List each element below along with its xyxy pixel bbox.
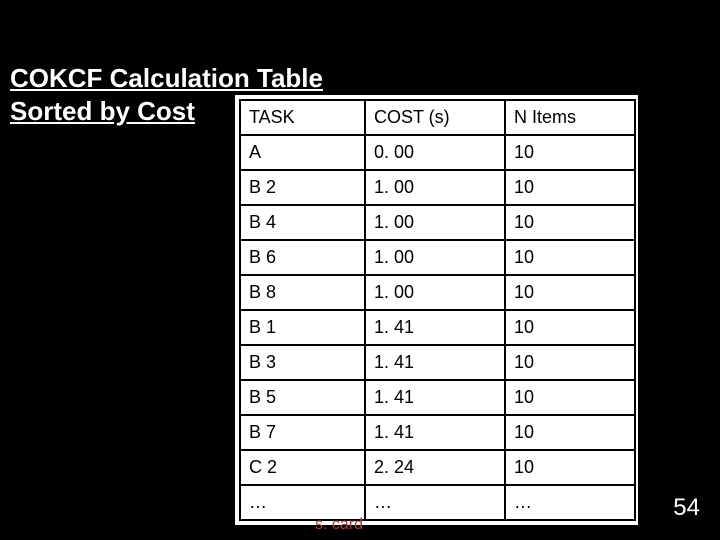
- cell-cost: 1. 00: [365, 240, 505, 275]
- cell-nitems: 10: [505, 380, 635, 415]
- table-row: B 51. 4110: [240, 380, 635, 415]
- cell-nitems: 10: [505, 275, 635, 310]
- cell-task: B 3: [240, 345, 365, 380]
- cell-cost: 0. 00: [365, 135, 505, 170]
- table-row: B 61. 0010: [240, 240, 635, 275]
- table-header-row: TASK COST (s) N Items: [240, 100, 635, 135]
- table-body: A0. 0010 B 21. 0010 B 41. 0010 B 61. 001…: [240, 135, 635, 520]
- cell-task: B 6: [240, 240, 365, 275]
- table-row: B 41. 0010: [240, 205, 635, 240]
- cost-table: TASK COST (s) N Items A0. 0010 B 21. 001…: [239, 99, 636, 521]
- cell-cost: 2. 24: [365, 450, 505, 485]
- page-number: 54: [673, 494, 700, 522]
- cell-task: B 4: [240, 205, 365, 240]
- cell-cost: 1. 41: [365, 345, 505, 380]
- cost-table-container: TASK COST (s) N Items A0. 0010 B 21. 001…: [235, 95, 638, 525]
- slide: COKCF Calculation Table Sorted by Cost T…: [0, 0, 720, 540]
- col-header-task: TASK: [240, 100, 365, 135]
- table-row: B 81. 0010: [240, 275, 635, 310]
- cell-nitems: 10: [505, 415, 635, 450]
- cell-task: B 2: [240, 170, 365, 205]
- table-row: A0. 0010: [240, 135, 635, 170]
- cell-nitems: 10: [505, 205, 635, 240]
- table-row: C 22. 2410: [240, 450, 635, 485]
- cell-cost: 1. 00: [365, 205, 505, 240]
- cell-cost: 1. 00: [365, 275, 505, 310]
- table-row: B 71. 4110: [240, 415, 635, 450]
- table-row: B 31. 4110: [240, 345, 635, 380]
- cell-nitems: 10: [505, 310, 635, 345]
- cell-task: B 7: [240, 415, 365, 450]
- cell-nitems: 10: [505, 345, 635, 380]
- cell-cost: …: [365, 485, 505, 520]
- cell-nitems: 10: [505, 135, 635, 170]
- cell-nitems: 10: [505, 170, 635, 205]
- cell-task: B 1: [240, 310, 365, 345]
- cell-task: B 8: [240, 275, 365, 310]
- title-line-1: COKCF Calculation Table: [10, 63, 323, 93]
- cell-cost: 1. 00: [365, 170, 505, 205]
- cell-task: B 5: [240, 380, 365, 415]
- cell-cost: 1. 41: [365, 415, 505, 450]
- table-row: B 21. 0010: [240, 170, 635, 205]
- cell-cost: 1. 41: [365, 310, 505, 345]
- col-header-cost: COST (s): [365, 100, 505, 135]
- cell-nitems: …: [505, 485, 635, 520]
- cell-nitems: 10: [505, 450, 635, 485]
- cell-task: A: [240, 135, 365, 170]
- title-line-2: Sorted by Cost: [10, 96, 195, 126]
- cell-nitems: 10: [505, 240, 635, 275]
- cell-task: …: [240, 485, 365, 520]
- table-row: B 11. 4110: [240, 310, 635, 345]
- footer-author: s. card: [315, 516, 363, 534]
- cell-task: C 2: [240, 450, 365, 485]
- table-row: ………: [240, 485, 635, 520]
- col-header-nitems: N Items: [505, 100, 635, 135]
- cell-cost: 1. 41: [365, 380, 505, 415]
